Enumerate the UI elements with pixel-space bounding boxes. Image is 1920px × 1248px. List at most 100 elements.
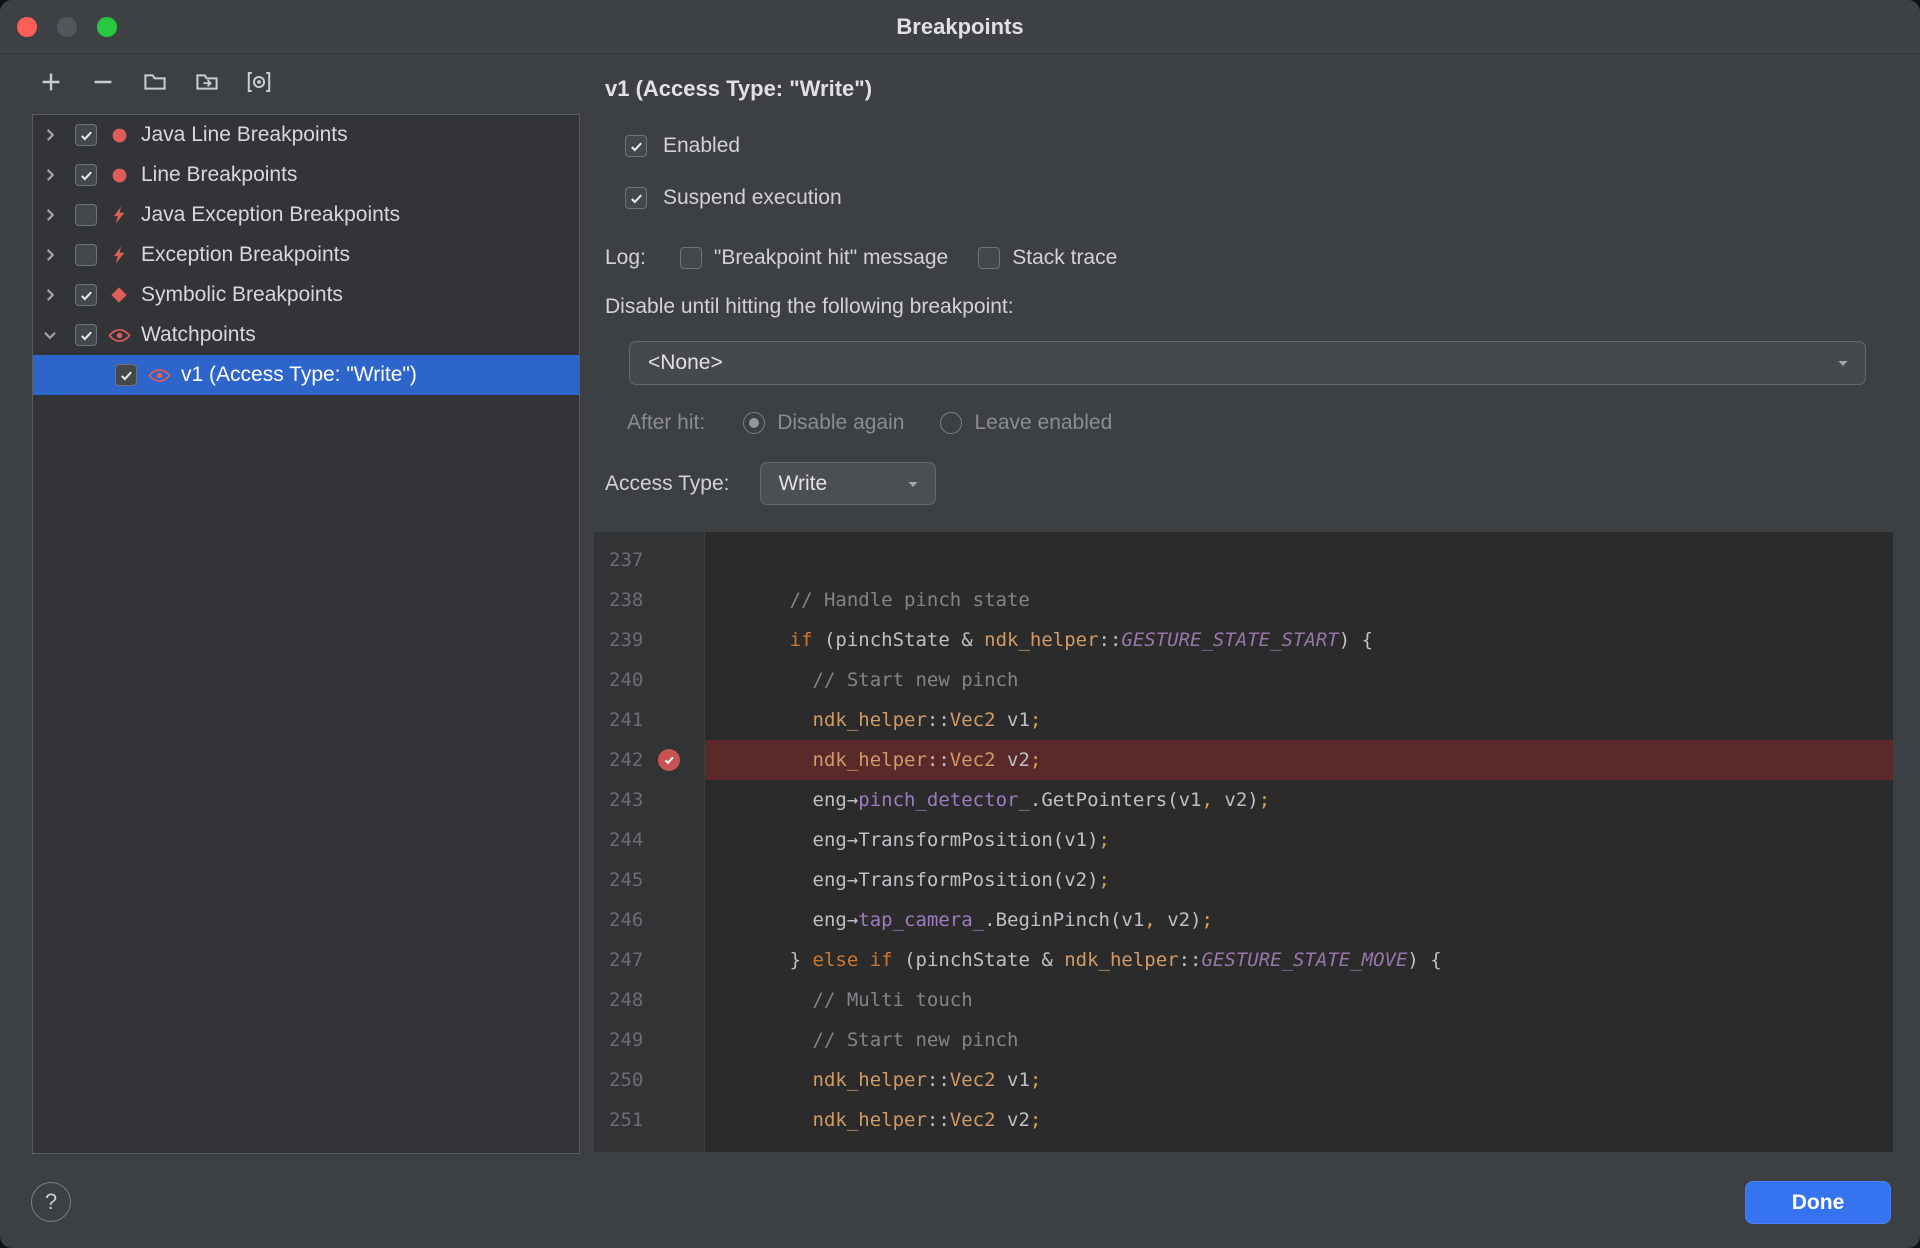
show-preview-button[interactable] <box>239 62 279 102</box>
code-line-240: 240 // Start new pinch <box>594 660 1893 700</box>
gutter-cell[interactable]: 244 <box>594 820 705 860</box>
badge-slot <box>648 1140 690 1152</box>
line-number: 251 <box>609 1109 644 1131</box>
code-line-249: 249 // Start new pinch <box>594 1020 1893 1060</box>
tree-item-checkbox[interactable] <box>75 164 97 186</box>
tree-item-line-breakpoints[interactable]: Line Breakpoints <box>33 155 579 195</box>
breakpoint-title: v1 (Access Type: "Write") <box>605 76 873 101</box>
code-line-248: 248 // Multi touch <box>594 980 1893 1020</box>
leave-enabled-label: Leave enabled <box>974 411 1113 434</box>
tree-item-checkbox[interactable] <box>75 284 97 306</box>
line-number: 243 <box>609 789 644 811</box>
gutter-cell[interactable]: 237 <box>594 540 705 580</box>
gutter-cell[interactable]: 239 <box>594 620 705 660</box>
tree-item-label: Exception Breakpoints <box>141 243 350 266</box>
access-type-value: Write <box>778 471 828 495</box>
tree-item-checkbox[interactable] <box>75 124 97 146</box>
code-text: eng→pinch_detector_.GetPointers(v1, v2); <box>705 1140 1893 1152</box>
chevron-right-icon[interactable] <box>37 202 63 228</box>
access-type-row: Access Type: Write <box>605 462 936 505</box>
breakpoint-hit-message-checkbox[interactable] <box>679 247 702 269</box>
gutter-cell[interactable]: 245 <box>594 860 705 900</box>
code-line-250: 250 ndk_helper::Vec2 v1; <box>594 1060 1893 1100</box>
chevron-right-icon[interactable] <box>37 122 63 148</box>
code-line-237: 237 <box>594 540 1893 580</box>
breakpoints-tree[interactable]: Java Line Breakpoints Line Breakpoints Jav… <box>32 114 580 1154</box>
enabled-checkbox[interactable] <box>625 135 647 157</box>
remove-breakpoint-button[interactable] <box>83 62 123 102</box>
line-number: 250 <box>609 1069 644 1091</box>
gutter-cell[interactable]: 250 <box>594 1060 705 1100</box>
tree-item-label: Java Line Breakpoints <box>141 123 348 146</box>
disable-again-radio[interactable] <box>743 412 766 434</box>
badge-slot <box>648 1060 690 1100</box>
access-type-dropdown[interactable]: Write <box>759 462 936 505</box>
add-breakpoint-button[interactable] <box>31 62 71 102</box>
gutter-cell[interactable]: 252 <box>594 1140 705 1152</box>
code-text: eng→TransformPosition(v1); <box>721 829 1110 851</box>
code-text: if (pinchState & ndk_helper::GESTURE_STA… <box>789 629 1374 651</box>
gutter-cell[interactable]: 243 <box>594 780 705 820</box>
tree-item-checkbox[interactable] <box>75 204 97 226</box>
tree-item-label: Line Breakpoints <box>141 163 298 186</box>
suspend-checkbox[interactable] <box>625 187 647 209</box>
tree-item-symbolic-breakpoints[interactable]: Symbolic Breakpoints <box>33 275 579 315</box>
tree-item-label: Symbolic Breakpoints <box>141 283 343 306</box>
verified-watchpoint-icon[interactable] <box>658 749 680 771</box>
chevron-down-icon <box>1835 355 1851 371</box>
chevron-right-icon[interactable] <box>37 282 63 308</box>
target-icon <box>247 70 271 94</box>
move-to-group-button[interactable] <box>187 62 227 102</box>
tree-item-checkbox[interactable] <box>75 244 97 266</box>
tree-item-exception-breakpoints[interactable]: Exception Breakpoints <box>33 235 579 275</box>
help-button[interactable]: ? <box>31 1182 71 1222</box>
minus-icon <box>91 70 115 94</box>
code-text: ndk_helper::Vec2 v2; <box>812 1109 1042 1131</box>
tree-item-checkbox[interactable] <box>75 324 97 346</box>
gutter-cell[interactable]: 249 <box>594 1020 705 1060</box>
gutter-cell[interactable]: 238 <box>594 580 705 620</box>
done-button[interactable]: Done <box>1745 1181 1891 1224</box>
badge-slot <box>648 1020 690 1060</box>
line-number: 239 <box>609 629 644 651</box>
badge-slot <box>648 580 690 620</box>
tree-item-java-line-breakpoints[interactable]: Java Line Breakpoints <box>33 115 579 155</box>
chevron-right-icon[interactable] <box>37 242 63 268</box>
suspend-row: Suspend execution <box>613 183 842 213</box>
tree-item-checkbox[interactable] <box>115 364 137 386</box>
breakpoint-hit-message-label: "Breakpoint hit" message <box>713 246 949 269</box>
leave-enabled-radio[interactable] <box>940 412 963 434</box>
disable-until-label-text: Disable until hitting the following brea… <box>605 295 1014 318</box>
gutter-cell[interactable]: 246 <box>594 900 705 940</box>
line-breakpoint-icon <box>106 167 132 184</box>
badge-slot <box>648 940 690 980</box>
disable-again-label: Disable again <box>777 411 905 434</box>
line-number: 249 <box>609 1029 644 1051</box>
code-viewer[interactable]: 237 238 // Handle pinch state 239 if (pinc… <box>594 532 1893 1152</box>
tree-item-watchpoints[interactable]: Watchpoints <box>33 315 579 355</box>
code-text: // Handle pinch state <box>721 589 1030 611</box>
chevron-right-icon[interactable] <box>37 162 63 188</box>
tree-item-java-exception-breakpoints[interactable]: Java Exception Breakpoints <box>33 195 579 235</box>
watchpoint-icon <box>146 368 172 383</box>
gutter-cell[interactable]: 247 <box>594 940 705 980</box>
gutter-cell[interactable]: 251 <box>594 1100 705 1140</box>
chevron-down-icon[interactable] <box>37 322 63 348</box>
disable-until-combobox[interactable]: <None> <box>629 341 1866 385</box>
code-text: } else if (pinchState & ndk_helper::GEST… <box>721 949 1442 971</box>
gutter-cell[interactable]: 240 <box>594 660 705 700</box>
gutter-cell[interactable]: 242 <box>594 740 705 780</box>
line-number: 242 <box>609 749 644 771</box>
stack-trace-checkbox[interactable] <box>978 247 1001 269</box>
access-type-label: Access Type: <box>605 471 730 495</box>
log-row: Log: "Breakpoint hit" message Stack trac… <box>605 243 1117 273</box>
code-line-251: 251 ndk_helper::Vec2 v2; <box>594 1100 1893 1140</box>
tree-item-v1-access-type-write[interactable]: v1 (Access Type: "Write") <box>33 355 579 395</box>
line-number: 248 <box>609 989 644 1011</box>
badge-slot <box>648 740 690 780</box>
gutter-cell[interactable]: 248 <box>594 980 705 1020</box>
group-folder-button[interactable] <box>135 62 175 102</box>
gutter-cell[interactable]: 241 <box>594 700 705 740</box>
code-text: eng→pinch_detector_.GetPointers(v1, v2); <box>721 789 1271 811</box>
